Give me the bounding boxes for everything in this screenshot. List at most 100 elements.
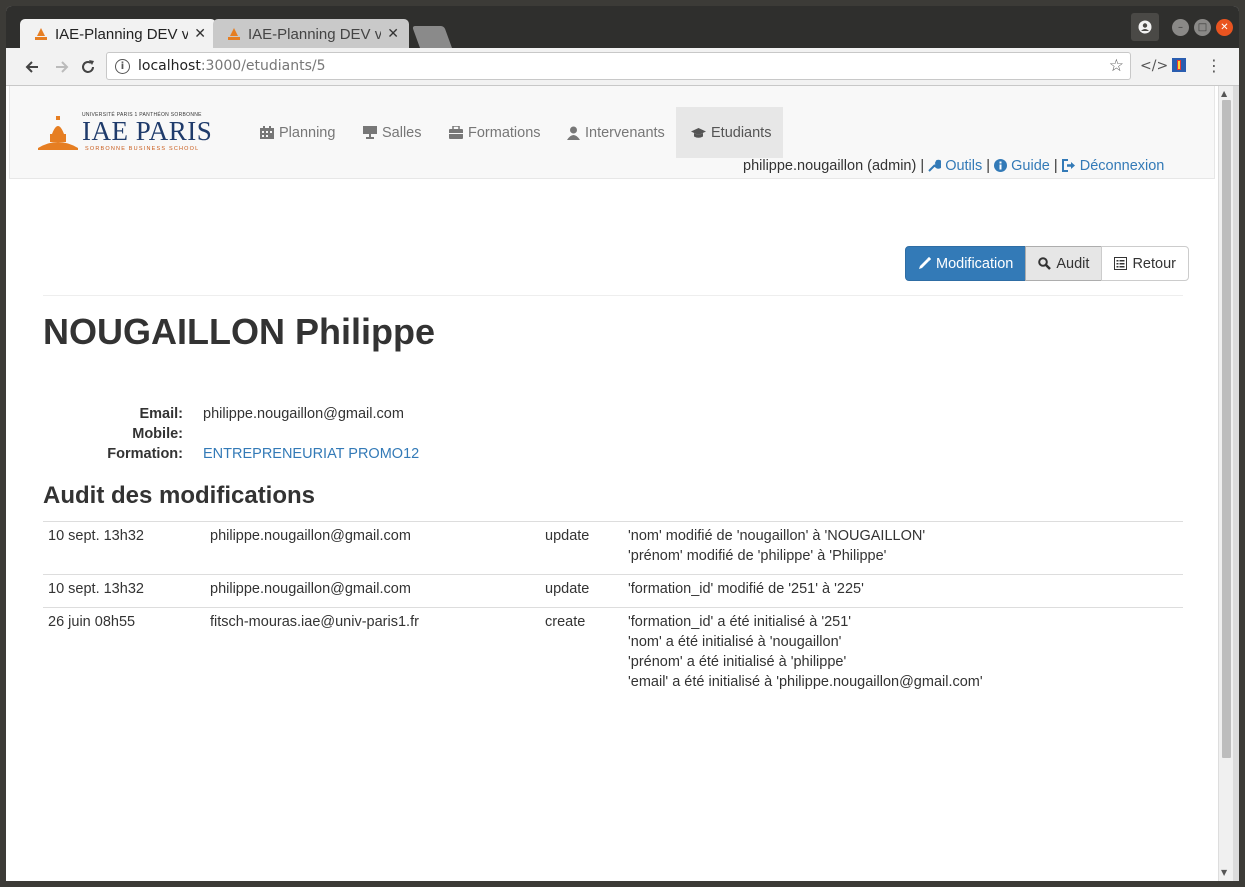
- tab-close-icon[interactable]: ✕: [387, 26, 399, 42]
- separator: |: [1053, 158, 1058, 174]
- easel-icon: [363, 126, 377, 139]
- formation-label: Formation:: [107, 446, 183, 462]
- iae-logo-mark-icon: [38, 116, 78, 150]
- mobile-value: [203, 424, 643, 444]
- audit-date: 10 sept. 13h32: [43, 574, 205, 608]
- audit-button-label: Audit: [1056, 255, 1090, 272]
- logout-link[interactable]: Déconnexion: [1061, 158, 1164, 174]
- new-tab-button[interactable]: [411, 26, 453, 48]
- page-viewport: UNIVERSITÉ PARIS 1 PANTHÉON SORBONNE IAE…: [6, 86, 1218, 881]
- search-icon: [1038, 257, 1052, 270]
- devtools-extension-icon[interactable]: </>: [1140, 58, 1168, 74]
- email-label: Email:: [139, 406, 183, 422]
- forward-arrow-icon: [56, 61, 69, 73]
- iae-paris-logo[interactable]: UNIVERSITÉ PARIS 1 PANTHÉON SORBONNE IAE…: [36, 110, 216, 152]
- list-alt-icon: [1114, 257, 1128, 270]
- audit-change: 'formation_id' a été initialisé à '251': [628, 614, 852, 630]
- audit-date: 26 juin 08h55: [43, 607, 205, 700]
- audit-section-title: Audit des modifications: [43, 482, 316, 509]
- graduation-cap-icon: [691, 127, 706, 139]
- tools-link[interactable]: Outils: [928, 158, 986, 174]
- back-arrow-icon: [25, 61, 38, 73]
- formation-link[interactable]: ENTREPRENEURIAT PROMO12: [203, 444, 643, 464]
- site-info-icon[interactable]: i: [115, 58, 130, 74]
- separator: |: [920, 158, 925, 174]
- audit-user: philippe.nougaillon@gmail.com: [205, 521, 540, 575]
- tab-strip: IAE-Planning DEV v ✕ IAE-Planning DEV v …: [6, 6, 1239, 49]
- audit-button[interactable]: Audit: [1025, 246, 1103, 281]
- tab-title: IAE-Planning DEV v: [248, 25, 382, 43]
- audit-change: 'email' a été initialisé à 'philippe.nou…: [628, 674, 983, 690]
- close-window-button[interactable]: ✕: [1216, 18, 1233, 36]
- browser-toolbar: i localhost:3000/etudiants/5 ☆ </> ⋮: [6, 48, 1239, 86]
- detail-row-formation: Formation: ENTREPRENEURIAT PROMO12: [43, 444, 643, 464]
- audit-change: 'nom' modifié de 'nougaillon' à 'NOUGAIL…: [628, 528, 926, 544]
- audit-change: 'nom' a été initialisé à 'nougaillon': [628, 634, 842, 650]
- guide-link[interactable]: Guide: [994, 158, 1054, 174]
- tab-close-icon[interactable]: ✕: [194, 26, 206, 42]
- audit-action: create: [540, 607, 623, 700]
- student-details: Email: philippe.nougaillon@gmail.com Mob…: [43, 404, 643, 464]
- back-button[interactable]: [20, 55, 44, 79]
- info-circle-icon: [994, 159, 1008, 172]
- tab-iae-planning-inactive[interactable]: IAE-Planning DEV v ✕: [213, 19, 409, 49]
- table-row: 10 sept. 13h32 philippe.nougaillon@gmail…: [43, 521, 1183, 575]
- scroll-up-arrow-icon[interactable]: ▲: [1221, 89, 1227, 98]
- detail-row-mobile: Mobile:: [43, 424, 643, 444]
- menu-kebab-icon[interactable]: ⋮: [1206, 56, 1222, 75]
- user-icon: [567, 126, 580, 140]
- bookmark-star-icon[interactable]: ☆: [1109, 56, 1124, 76]
- url-text: localhost:3000/etudiants/5: [138, 58, 326, 74]
- calendar-icon: [260, 126, 274, 139]
- nav-item-label: Etudiants: [711, 124, 772, 141]
- window-controls: – □ ✕: [1131, 13, 1233, 41]
- reload-button[interactable]: [76, 55, 100, 79]
- forward-button[interactable]: [50, 55, 74, 79]
- edit-button-label: Modification: [936, 255, 1014, 272]
- sign-out-icon: [1061, 159, 1075, 172]
- nav-item-formations[interactable]: Formations: [434, 107, 556, 158]
- detail-row-email: Email: philippe.nougaillon@gmail.com: [43, 404, 643, 424]
- page-scrollbar[interactable]: ▲ ▼: [1218, 86, 1233, 881]
- audit-date: 10 sept. 13h32: [43, 521, 205, 575]
- edit-button[interactable]: Modification: [905, 246, 1027, 281]
- mobile-label: Mobile:: [132, 426, 183, 442]
- profile-button[interactable]: [1131, 13, 1159, 41]
- table-row: 26 juin 08h55 fitsch-mouras.iae@univ-par…: [43, 607, 1183, 700]
- minimize-button[interactable]: –: [1172, 18, 1189, 36]
- scrollbar-thumb[interactable]: [1222, 100, 1231, 758]
- tab-iae-planning-active[interactable]: IAE-Planning DEV v ✕: [20, 19, 216, 49]
- student-name-heading: NOUGAILLON Philippe: [43, 311, 435, 352]
- nav-item-salles[interactable]: Salles: [348, 107, 437, 158]
- tab-title: IAE-Planning DEV v: [55, 25, 189, 43]
- iae-favicon-icon: [227, 27, 241, 41]
- address-bar[interactable]: i localhost:3000/etudiants/5 ☆: [106, 52, 1131, 80]
- back-to-list-button[interactable]: Retour: [1101, 246, 1189, 281]
- browser-window: IAE-Planning DEV v ✕ IAE-Planning DEV v …: [6, 6, 1239, 881]
- audit-changes: 'formation_id' a été initialisé à '251' …: [623, 607, 1183, 700]
- audit-action: update: [540, 521, 623, 575]
- reload-icon: [82, 60, 94, 73]
- nav-item-label: Formations: [468, 124, 541, 141]
- scroll-down-arrow-icon[interactable]: ▼: [1221, 868, 1227, 877]
- nav-item-label: Salles: [382, 124, 422, 141]
- app-navbar: UNIVERSITÉ PARIS 1 PANTHÉON SORBONNE IAE…: [9, 86, 1215, 179]
- nav-item-label: Planning: [279, 124, 336, 141]
- nav-item-planning[interactable]: Planning: [245, 107, 350, 158]
- nav-item-intervenants[interactable]: Intervenants: [552, 107, 680, 158]
- audit-action: update: [540, 574, 623, 608]
- maximize-button[interactable]: □: [1194, 18, 1211, 36]
- extension-icon[interactable]: [1171, 57, 1187, 77]
- nav-item-etudiants[interactable]: Etudiants: [676, 107, 783, 158]
- pencil-icon: [919, 257, 931, 269]
- separator: |: [986, 158, 991, 174]
- audit-change: 'prénom' modifié de 'philippe' à 'Philip…: [628, 548, 887, 564]
- wrench-icon: [928, 159, 943, 172]
- nav-item-label: Intervenants: [585, 124, 665, 141]
- audit-change: 'formation_id' modifié de '251' à '225': [628, 581, 864, 597]
- audit-user: fitsch-mouras.iae@univ-paris1.fr: [205, 607, 540, 700]
- briefcase-icon: [449, 126, 463, 139]
- iae-favicon-icon: [34, 27, 48, 41]
- audit-changes: 'formation_id' modifié de '251' à '225': [623, 574, 1183, 608]
- divider: [43, 295, 1183, 296]
